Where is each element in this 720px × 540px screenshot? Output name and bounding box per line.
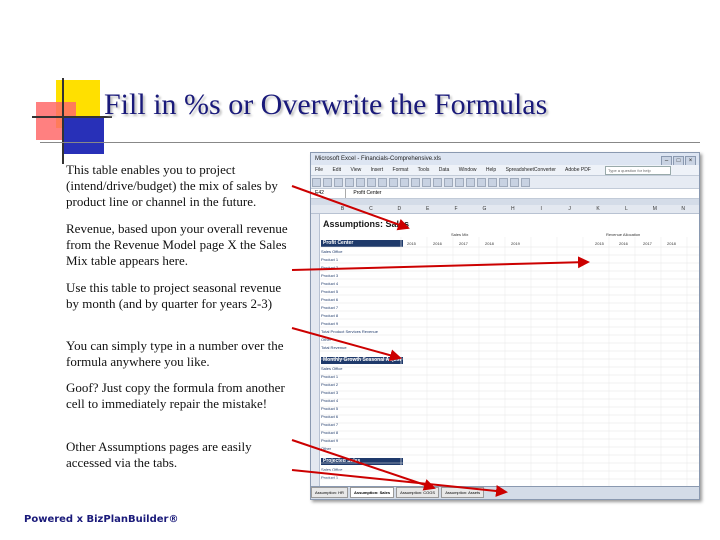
open-icon[interactable]: [323, 178, 332, 187]
new-icon[interactable]: [312, 178, 321, 187]
decor-horizontal-line: [32, 116, 112, 118]
note-goof: Goof? Just copy the formula from another…: [66, 380, 285, 411]
cell-grid: [320, 237, 699, 487]
decor-blue-square: [64, 118, 104, 154]
fill-color-icon[interactable]: [510, 178, 519, 187]
menu-spreadsheet-converter[interactable]: SpreadsheetConverter: [506, 167, 556, 173]
print-icon[interactable]: [345, 178, 354, 187]
menu-insert[interactable]: Insert: [371, 167, 384, 173]
sort-icon[interactable]: [422, 178, 431, 187]
tab-assumption-assets[interactable]: Assumption: Assets: [441, 487, 485, 498]
tab-assumption-sales[interactable]: Assumption: Sales: [350, 487, 395, 498]
percent-icon[interactable]: [488, 178, 497, 187]
save-icon[interactable]: [334, 178, 343, 187]
note-tabs: Other Assumptions pages are easily acces…: [66, 439, 252, 470]
sheet-tabs: Assumption: HR Assumption: Sales Assumpt…: [311, 486, 699, 499]
help-search-input[interactable]: Type a question for help: [605, 166, 671, 175]
sum-icon[interactable]: [411, 178, 420, 187]
menu-window[interactable]: Window: [459, 167, 477, 173]
font-color-icon[interactable]: [521, 178, 530, 187]
menu-adobe-pdf[interactable]: Adobe PDF: [565, 167, 591, 173]
excel-menu-bar: File Edit View Insert Format Tools Data …: [311, 165, 699, 176]
menu-data[interactable]: Data: [439, 167, 450, 173]
cut-icon[interactable]: [356, 178, 365, 187]
excel-window[interactable]: Microsoft Excel - Financials-Comprehensi…: [310, 152, 700, 500]
chart-icon[interactable]: [433, 178, 442, 187]
page-title: Fill in %s or Overwrite the Formulas: [104, 88, 548, 121]
note-revenue: Revenue, based upon your overall revenue…: [66, 221, 288, 268]
tab-assumption-hr[interactable]: Assumption: HR: [311, 487, 348, 498]
decor-vertical-line: [62, 78, 64, 164]
note-sales-mix: This table enables you to project (inten…: [66, 162, 278, 209]
underline-icon[interactable]: [466, 178, 475, 187]
align-icon[interactable]: [477, 178, 486, 187]
border-icon[interactable]: [499, 178, 508, 187]
italic-icon[interactable]: [455, 178, 464, 187]
menu-file[interactable]: File: [315, 167, 323, 173]
menu-tools[interactable]: Tools: [418, 167, 430, 173]
formula-bar[interactable]: E42 Profit Center: [311, 189, 699, 199]
undo-icon[interactable]: [389, 178, 398, 187]
title-divider: [40, 142, 700, 143]
redo-icon[interactable]: [400, 178, 409, 187]
footer-brand: Powered x BizPlanBuilder®: [24, 514, 179, 525]
paste-icon[interactable]: [378, 178, 387, 187]
excel-window-title: Microsoft Excel - Financials-Comprehensi…: [315, 156, 442, 162]
worksheet[interactable]: B C D E F G H I J K L M N Assumptions: S…: [311, 205, 699, 487]
menu-help[interactable]: Help: [486, 167, 496, 173]
menu-edit[interactable]: Edit: [332, 167, 341, 173]
note-type-over: You can simply type in a number over the…: [66, 338, 284, 369]
excel-toolbar: [311, 176, 699, 189]
formula-value[interactable]: Profit Center: [353, 190, 381, 196]
menu-format[interactable]: Format: [393, 167, 409, 173]
excel-title-bar: Microsoft Excel - Financials-Comprehensi…: [311, 153, 699, 166]
bold-icon[interactable]: [444, 178, 453, 187]
name-box[interactable]: E42: [315, 189, 346, 198]
menu-view[interactable]: View: [350, 167, 361, 173]
copy-icon[interactable]: [367, 178, 376, 187]
tab-assumption-cogs[interactable]: Assumption: COGS: [396, 487, 440, 498]
note-seasonal: Use this table to project seasonal reven…: [66, 280, 282, 311]
